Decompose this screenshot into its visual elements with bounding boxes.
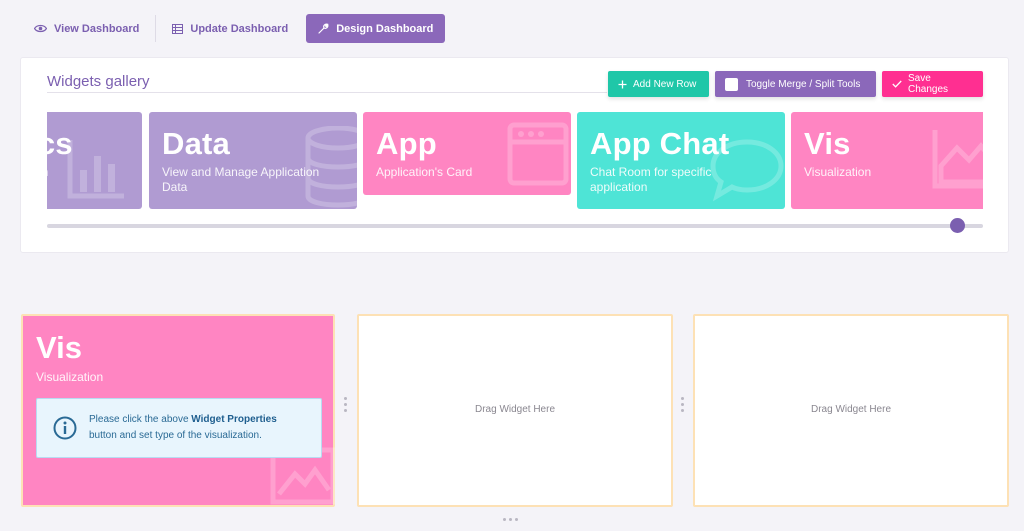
table-icon [172, 23, 184, 34]
widget-subtitle: Visualization [36, 370, 104, 384]
info-text-end: button and set type of the visualization… [89, 430, 262, 441]
row-cell-1[interactable]: Vis Visualization Please click the above… [21, 314, 336, 507]
toggle-merge-split-label: Toggle Merge / Split Tools [746, 78, 861, 90]
tab-view-dashboard[interactable]: View Dashboard [22, 14, 151, 43]
dashboard-mode-tabs: View Dashboard Update Dashboard Design D… [22, 14, 446, 43]
tab-update-dashboard[interactable]: Update Dashboard [160, 14, 300, 43]
save-changes-button[interactable]: Save Changes [882, 71, 983, 97]
widget-properties-link: Widget Properties [191, 414, 277, 425]
drag-widget-placeholder: Drag Widget Here [810, 404, 892, 415]
gallery-title: Widgets gallery [47, 73, 150, 90]
widget-card-title: ics [47, 126, 73, 161]
plus-icon [618, 80, 627, 89]
info-alert: Please click the above Widget Properties… [36, 398, 322, 458]
gallery-scrollbar-thumb[interactable] [950, 218, 965, 233]
column-resize-handle[interactable] [344, 397, 347, 412]
info-message: Please click the above Widget Properties… [89, 412, 317, 444]
widget-card-title: App Chat [590, 126, 730, 161]
gallery-scrollbar-track[interactable] [47, 224, 983, 228]
app-window-icon [507, 122, 569, 191]
row-resize-handle[interactable] [503, 518, 518, 521]
widget-card-subtitle: Visualization [804, 165, 872, 179]
widget-card-subtitle: thin [47, 165, 142, 180]
divider [47, 92, 607, 93]
info-icon [53, 416, 77, 445]
toggle-merge-split-button[interactable]: Toggle Merge / Split Tools [715, 71, 876, 97]
area-chart-icon [931, 126, 983, 195]
widget-card-title: Vis [804, 126, 851, 161]
tab-update-label: Update Dashboard [190, 22, 289, 35]
widget-title: Vis [36, 330, 82, 365]
eye-icon [34, 24, 47, 33]
tab-design-label: Design Dashboard [336, 22, 434, 35]
add-new-row-button[interactable]: Add New Row [608, 71, 709, 97]
widgets-gallery: Widgets gallery Add New Row Toggle Merge… [20, 57, 1009, 253]
info-text-start: Please click the above [89, 414, 192, 425]
widget-card-vis[interactable]: Vis Visualization [791, 112, 983, 209]
widget-card-analytics[interactable]: ics thin [47, 112, 142, 209]
widget-card-subtitle: Chat Room for specific application [590, 165, 712, 194]
row-cell-3-dropzone[interactable]: Drag Widget Here [693, 314, 1009, 507]
tab-design-dashboard[interactable]: Design Dashboard [306, 14, 446, 43]
drag-widget-placeholder: Drag Widget Here [474, 404, 556, 415]
check-icon [892, 80, 902, 88]
tab-divider [155, 15, 157, 42]
widget-card-title: Data [162, 126, 230, 161]
tab-view-label: View Dashboard [54, 22, 140, 35]
row-cell-2-dropzone[interactable]: Drag Widget Here [357, 314, 673, 507]
widget-gallery-strip[interactable]: ics thin Data View and Manage Applicatio… [47, 112, 983, 212]
widget-card-app[interactable]: App Application's Card [363, 112, 571, 195]
widget-card-subtitle: View and Manage Application Data [162, 165, 320, 194]
column-resize-handle[interactable] [681, 397, 684, 412]
widget-card-app-chat[interactable]: App Chat Chat Room for specific applicat… [577, 112, 785, 209]
save-changes-label: Save Changes [908, 73, 949, 95]
add-new-row-label: Add New Row [633, 78, 697, 90]
widget-card-data[interactable]: Data View and Manage Application Data [149, 112, 357, 209]
checkbox[interactable] [725, 77, 738, 91]
wrench-icon [318, 23, 329, 34]
widget-card-subtitle: Application's Card [376, 165, 473, 179]
widget-card-title: App [376, 126, 437, 161]
